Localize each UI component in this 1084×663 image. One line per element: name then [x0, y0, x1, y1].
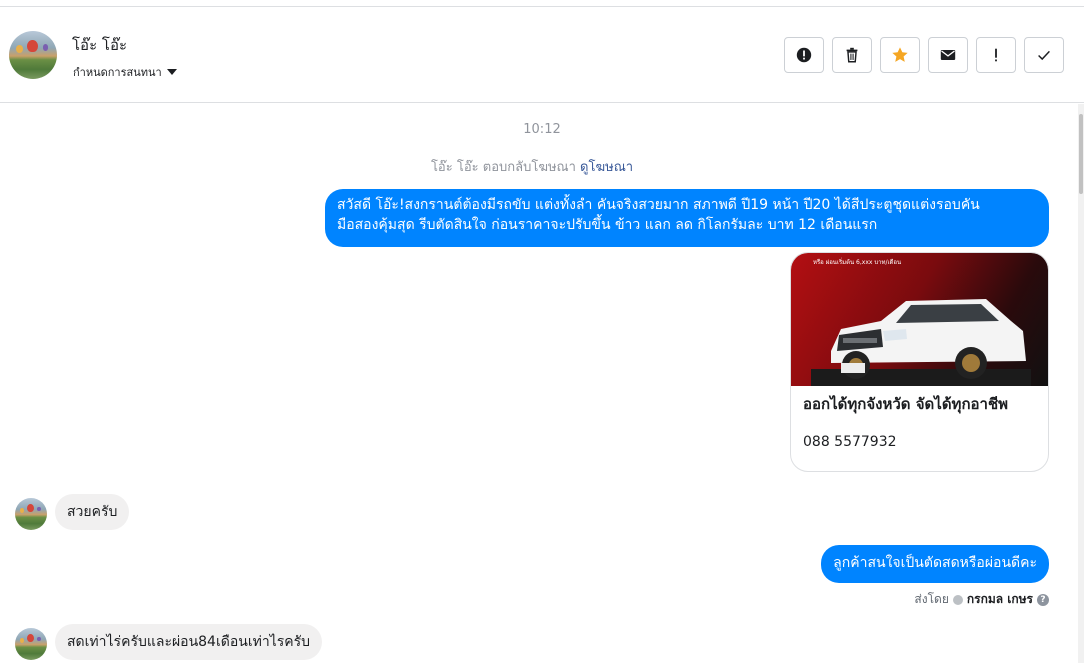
checkmark-icon	[1038, 50, 1050, 61]
sent-by-name[interactable]: กรกมล เกษร	[967, 590, 1033, 609]
mark-done-button[interactable]	[1024, 37, 1064, 73]
message-bubble-incoming[interactable]: สวยครับ	[55, 494, 130, 530]
contact-avatar-small	[15, 498, 47, 530]
envelope-icon	[940, 50, 956, 60]
message-timestamp: 10:12	[523, 122, 561, 137]
pickup-truck-image	[811, 299, 1031, 386]
ad-card-promo-text: หรือ ผ่อนเริ่มต้น 6,xxx บาท/เดือน	[813, 259, 902, 266]
message-text-line: สวัสดี โอ๊ะ!สงกรานต์ต้องมีรถขับ แต่งทั้ง…	[337, 197, 980, 213]
contact-avatar-small	[15, 628, 47, 660]
message-thread[interactable]: 10:12 โอ๊ะ โอ๊ะ ตอบกลับโฆษณา ดูโฆษณา สวั…	[0, 104, 1084, 663]
star-button[interactable]	[880, 37, 920, 73]
trash-icon	[846, 47, 858, 63]
follow-up-button[interactable]	[976, 37, 1016, 73]
contact-name[interactable]: โอ๊ะ โอ๊ะ	[72, 33, 127, 57]
scrollbar[interactable]	[1078, 104, 1084, 663]
message-text: สวยครับ	[67, 504, 118, 520]
star-icon	[892, 47, 908, 62]
alert-circle-icon	[796, 47, 812, 63]
assign-conversation-label: กำหนดการสนทนา	[73, 66, 162, 79]
message-bubble-incoming[interactable]: สดเท่าไร่ครับและผ่อน84เดือนเท่าไรครับ	[55, 624, 323, 660]
sent-check-icon	[952, 594, 963, 605]
ad-card[interactable]: หรือ ผ่อนเริ่มต้น 6,xxx บาท/เดือน ออกได้…	[790, 252, 1049, 472]
message-bubble-outgoing[interactable]: ลูกค้าสนใจเป็นตัดสดหรือผ่อนดีคะ	[821, 545, 1049, 583]
ad-reply-text: โอ๊ะ โอ๊ะ ตอบกลับโฆษณา	[430, 160, 576, 175]
scrollbar-thumb[interactable]	[1079, 114, 1083, 194]
mark-unread-button[interactable]	[928, 37, 968, 73]
ad-card-phone: 088 5577932	[803, 434, 897, 450]
sent-by-label: ส่งโดย	[914, 592, 949, 606]
contact-avatar[interactable]	[9, 31, 57, 79]
exclamation-icon	[995, 48, 997, 62]
assign-conversation-dropdown[interactable]: กำหนดการสนทนา	[73, 63, 177, 81]
spam-button[interactable]	[784, 37, 824, 73]
conversation-header: โอ๊ะ โอ๊ะ กำหนดการสนทนา	[0, 7, 1084, 103]
sent-by-info: ส่งโดย กรกมล เกษร ?	[914, 590, 1049, 609]
view-ad-link[interactable]: ดูโฆษณา	[580, 160, 633, 175]
ad-reply-notice: โอ๊ะ โอ๊ะ ตอบกลับโฆษณา ดูโฆษณา	[0, 156, 1064, 177]
caret-down-icon	[166, 69, 177, 75]
delete-button[interactable]	[832, 37, 872, 73]
toolbar	[784, 37, 1064, 73]
help-icon[interactable]: ?	[1037, 593, 1049, 606]
ad-card-image: หรือ ผ่อนเริ่มต้น 6,xxx บาท/เดือน	[791, 253, 1048, 386]
ad-card-title: ออกได้ทุกจังหวัด จัดได้ทุกอาชีพ	[803, 395, 1009, 413]
message-text: สดเท่าไร่ครับและผ่อน84เดือนเท่าไรครับ	[67, 634, 311, 650]
message-text-line: มือสองคุ้มสุด รีบตัดสินใจ ก่อนราคาจะปรับ…	[337, 217, 878, 233]
message-bubble-outgoing[interactable]: สวัสดี โอ๊ะ!สงกรานต์ต้องมีรถขับ แต่งทั้ง…	[325, 189, 1049, 247]
message-text: ลูกค้าสนใจเป็นตัดสดหรือผ่อนดีคะ	[833, 555, 1037, 571]
